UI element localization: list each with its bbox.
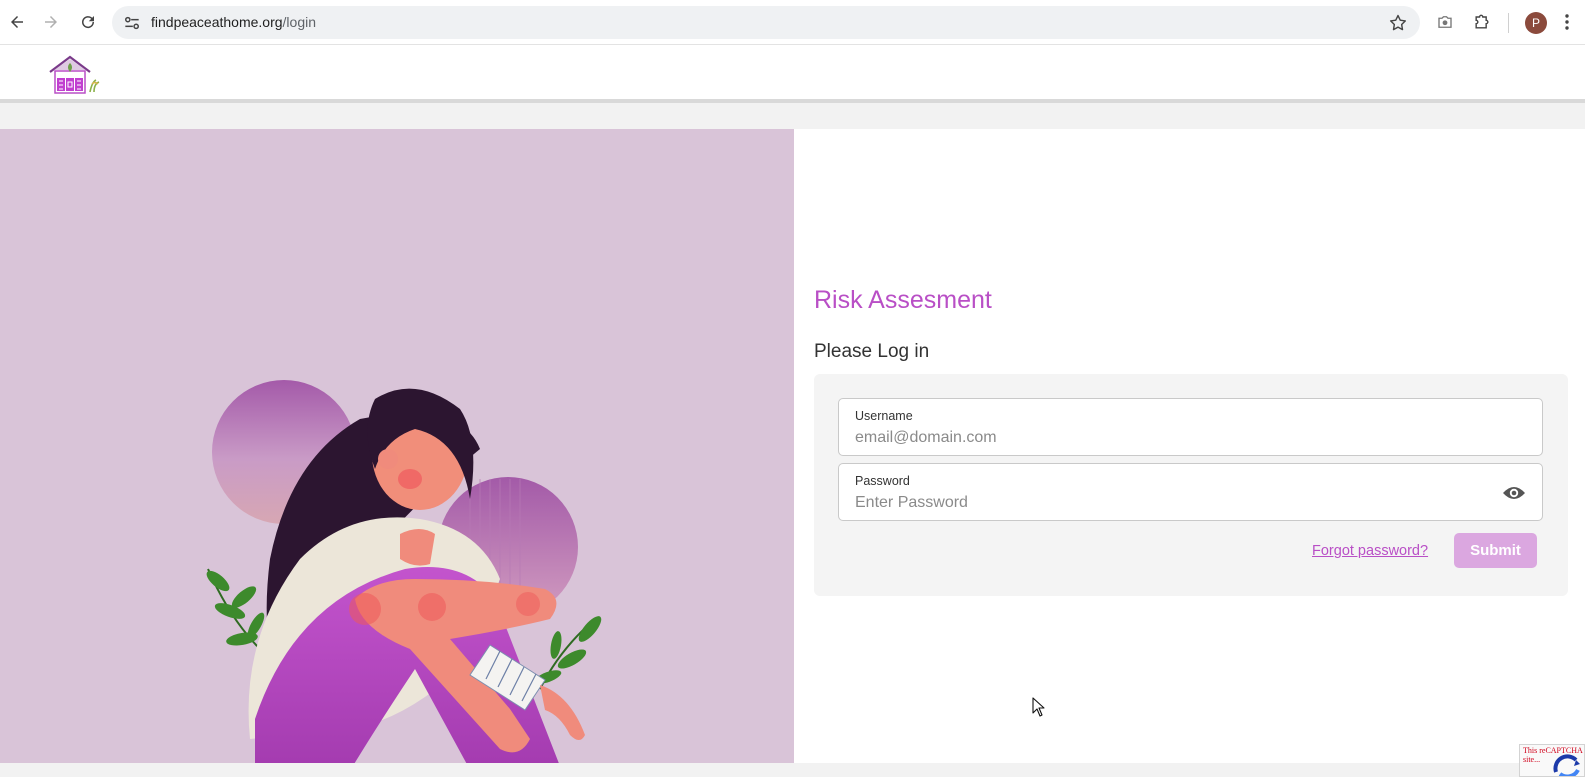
hero-illustration	[0, 129, 794, 763]
password-field[interactable]: Password	[838, 463, 1543, 521]
back-button[interactable]	[4, 9, 30, 35]
page-bottom-strip	[0, 763, 1585, 777]
profile-avatar[interactable]: P	[1525, 12, 1547, 34]
login-panel: Risk Assesment Please Log in Username Pa…	[794, 129, 1585, 763]
leaves-left	[206, 568, 265, 650]
login-form: Username Password Forgot password? Submi…	[814, 374, 1568, 596]
arrow-left-icon	[11, 16, 23, 28]
site-settings-icon[interactable]	[122, 13, 142, 33]
screenshot-button[interactable]	[1434, 11, 1456, 33]
password-input[interactable]	[855, 494, 1475, 512]
camera-icon	[1438, 16, 1452, 28]
reload-button[interactable]	[75, 9, 101, 35]
extensions-button[interactable]	[1471, 11, 1493, 33]
url-text[interactable]: findpeaceathome.org/login	[151, 14, 316, 30]
submit-button[interactable]: Submit	[1454, 533, 1537, 568]
forward-button[interactable]	[38, 9, 64, 35]
toolbar-separator	[1508, 13, 1509, 33]
address-bar[interactable]: findpeaceathome.org/login	[112, 6, 1420, 39]
site-header	[0, 45, 1585, 103]
username-field[interactable]: Username	[838, 398, 1543, 456]
site-logo[interactable]	[46, 54, 104, 96]
kebab-menu-icon	[1565, 14, 1569, 30]
recaptcha-badge[interactable]: This reCAPTCHA site...	[1519, 744, 1585, 777]
username-label: Username	[855, 409, 913, 423]
browser-menu-button[interactable]	[1560, 11, 1574, 33]
puzzle-icon	[1475, 14, 1489, 29]
url-host: findpeaceathome.org	[151, 14, 283, 30]
mouse-cursor-icon	[1032, 697, 1045, 717]
login-subtitle: Please Log in	[814, 341, 930, 362]
leaves-right	[534, 616, 602, 690]
reload-icon	[82, 16, 95, 29]
forgot-password-link[interactable]: Forgot password?	[1312, 543, 1428, 559]
url-path: /login	[282, 14, 317, 30]
page-title: Risk Assesment	[814, 286, 992, 314]
arrow-right-icon	[45, 16, 57, 28]
bookmark-star-icon[interactable]	[1388, 13, 1408, 33]
recaptcha-logo-icon	[1553, 754, 1580, 776]
show-password-eye-icon[interactable]	[1502, 483, 1526, 503]
sad-woman-illustration	[206, 380, 602, 763]
password-label: Password	[855, 474, 910, 488]
username-input[interactable]	[855, 429, 1475, 447]
browser-toolbar: findpeaceathome.org/login P	[0, 0, 1585, 45]
